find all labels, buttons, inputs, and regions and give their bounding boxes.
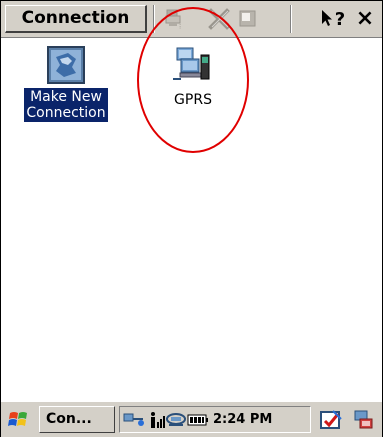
network-icon (123, 413, 144, 426)
delete-icon (208, 8, 230, 30)
taskbar: Con... 2:24 PM (1, 401, 382, 437)
properties-button[interactable]: ⁝ (161, 6, 189, 32)
input-panel-button[interactable] (319, 406, 343, 433)
battery-icon (187, 414, 208, 425)
help-button[interactable]: ? (317, 6, 347, 32)
make-new-connection-icon (47, 46, 85, 84)
window-title[interactable]: Connection (5, 5, 147, 33)
desktop-button[interactable] (353, 406, 375, 433)
properties-icon: ⁝ (165, 9, 181, 30)
toolbar: Connection ⁝ ? × (1, 1, 382, 38)
start-button[interactable] (7, 406, 33, 433)
tray-battery[interactable] (187, 406, 209, 433)
signal-icon (151, 411, 165, 428)
clock[interactable]: 2:24 PM (213, 406, 272, 433)
gprs-connection-label: GPRS (174, 92, 212, 108)
toolbar-separator (154, 5, 155, 33)
tray-signal[interactable] (147, 406, 165, 433)
toolbar-separator (291, 5, 292, 33)
gprs-connection-icon (173, 47, 210, 80)
make-new-connection-item[interactable]: Make New Connection (13, 45, 119, 122)
connection-icon (166, 412, 186, 426)
input-panel-icon (320, 409, 342, 429)
desktop-icon (354, 410, 373, 428)
delete-button[interactable] (205, 6, 233, 32)
rename-icon (239, 10, 256, 27)
rename-button[interactable] (235, 6, 261, 32)
make-new-connection-label: Make New Connection (24, 88, 108, 122)
close-icon: × (355, 6, 375, 31)
tray-connection[interactable] (165, 406, 187, 433)
tray-network[interactable] (123, 406, 145, 433)
close-button[interactable]: × (351, 6, 379, 32)
windows-flag-icon (8, 411, 27, 426)
gprs-connection-item[interactable]: GPRS (153, 45, 233, 109)
svg-text:⁝: ⁝ (179, 23, 181, 30)
window-frame: Connection ⁝ ? × Make New Connection GPR… (0, 0, 383, 437)
help-label: ? (334, 8, 346, 30)
taskbar-connection-button[interactable]: Con... (39, 406, 115, 433)
